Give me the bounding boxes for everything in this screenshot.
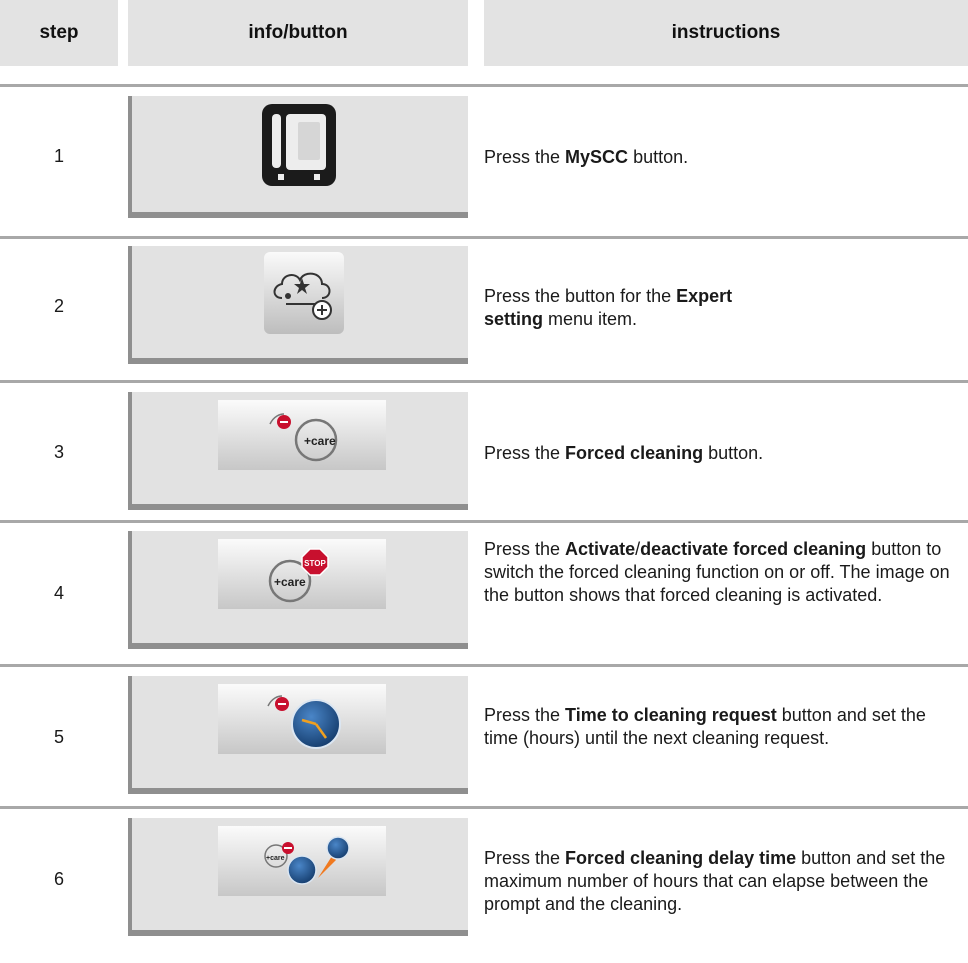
instruction-text: Press the Activate/deactivate forced cle… [484, 539, 950, 605]
instruction-text: Press the Time to cleaning request butto… [484, 705, 926, 748]
header-instructions: instructions [484, 0, 968, 66]
expert-setting-icon[interactable] [264, 252, 344, 334]
step-number: 3 [53, 442, 64, 462]
activate-deactivate-forced-cleaning-icon[interactable]: +care STOP [218, 539, 386, 609]
row-divider [0, 380, 968, 383]
header-step-label: step [39, 22, 79, 43]
step-number: 5 [53, 727, 64, 747]
forced-cleaning-icon[interactable]: +care [218, 400, 386, 470]
instruction-text: Press the Forced cleaning delay time but… [484, 848, 946, 914]
time-to-cleaning-request-icon[interactable] [218, 684, 386, 754]
step-number: 2 [53, 296, 64, 316]
header-instructions-label: instructions [671, 22, 781, 43]
mysccc-oven-icon[interactable] [262, 104, 336, 186]
step-number: 1 [53, 146, 64, 166]
step-number: 6 [53, 869, 64, 889]
info-button-frame: +care STOP [128, 531, 468, 649]
row-divider [0, 84, 968, 87]
info-button-frame [128, 676, 468, 794]
row-divider [0, 664, 968, 667]
info-button-frame: +care [128, 818, 468, 936]
care-label: +care [274, 575, 306, 589]
instruction-text: Press the button for the Expert setting … [484, 286, 733, 329]
info-button-frame: +care [128, 392, 468, 510]
instruction-text: Press the MySCC button. [484, 147, 689, 167]
info-button-frame [128, 96, 468, 218]
instruction-text: Press the Forced cleaning button. [484, 443, 764, 463]
header-step: step [0, 0, 118, 66]
row-divider [0, 520, 968, 523]
info-button-frame [128, 246, 468, 364]
header-info-label: info/button [248, 22, 348, 43]
row-divider [0, 236, 968, 239]
step-number: 4 [53, 583, 64, 603]
header-info-button: info/button [128, 0, 468, 66]
care-label: +care [266, 855, 285, 862]
row-divider [0, 806, 968, 809]
care-label: +care [304, 434, 336, 448]
forced-cleaning-delay-time-icon[interactable]: +care [218, 826, 386, 896]
stop-label: STOP [304, 559, 326, 568]
